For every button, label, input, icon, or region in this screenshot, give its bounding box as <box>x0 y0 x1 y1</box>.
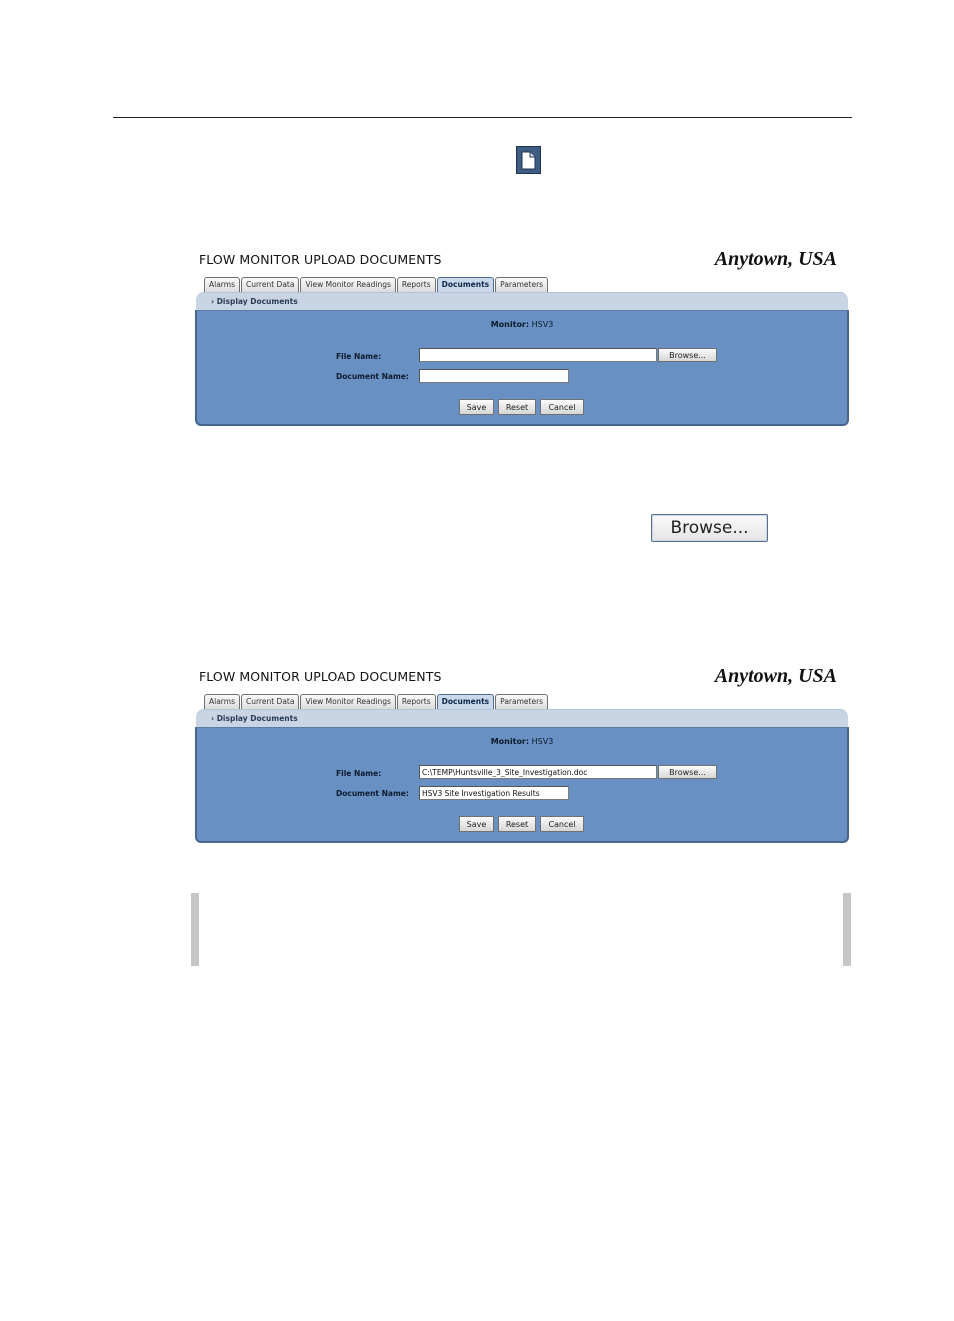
document-name-label: Document Name: <box>336 372 409 381</box>
form-area: Monitor: HSV3 File Name: Browse... Docum… <box>195 310 849 426</box>
monitor-value: HSV3 <box>531 320 554 329</box>
browse-button-large[interactable]: Browse... <box>651 514 768 542</box>
subnav-bar: › Display Documents <box>196 292 848 310</box>
brand-logo: Anytown, USA <box>714 248 837 270</box>
document-icon <box>516 146 541 174</box>
tab-reports[interactable]: Reports <box>396 277 436 292</box>
browse-button[interactable]: Browse... <box>658 348 717 362</box>
note-bar-left <box>191 893 199 966</box>
tab-documents[interactable]: Documents <box>436 277 495 292</box>
tab-view-monitor-readings[interactable]: View Monitor Readings <box>300 694 396 709</box>
tab-bar: Alarms Current Data View Monitor Reading… <box>204 694 549 709</box>
panel-title: FLOW MONITOR UPLOAD DOCUMENTS <box>199 252 442 267</box>
subnav-bar: › Display Documents <box>196 709 848 727</box>
save-button[interactable]: Save <box>459 399 494 415</box>
upload-documents-panel-filled: FLOW MONITOR UPLOAD DOCUMENTS Anytown, U… <box>195 665 849 846</box>
panel-title: FLOW MONITOR UPLOAD DOCUMENTS <box>199 669 442 684</box>
monitor-value: HSV3 <box>531 737 554 746</box>
display-documents-link[interactable]: › Display Documents <box>211 714 298 723</box>
document-name-input[interactable] <box>419 786 569 800</box>
form-area: Monitor: HSV3 File Name: Browse... Docum… <box>195 727 849 843</box>
tab-parameters[interactable]: Parameters <box>495 277 549 292</box>
document-name-label: Document Name: <box>336 789 409 798</box>
note-bar-right <box>843 893 851 966</box>
reset-button[interactable]: Reset <box>498 816 536 832</box>
monitor-line: Monitor: HSV3 <box>197 320 847 329</box>
upload-documents-panel-empty: FLOW MONITOR UPLOAD DOCUMENTS Anytown, U… <box>195 248 849 429</box>
display-documents-link[interactable]: › Display Documents <box>211 297 298 306</box>
file-name-input[interactable] <box>419 765 657 779</box>
monitor-label: Monitor: <box>490 320 530 329</box>
tab-documents[interactable]: Documents <box>436 694 495 709</box>
tab-parameters[interactable]: Parameters <box>495 694 549 709</box>
reset-button[interactable]: Reset <box>498 399 536 415</box>
monitor-line: Monitor: HSV3 <box>197 737 847 746</box>
cancel-button[interactable]: Cancel <box>540 399 584 415</box>
tab-alarms[interactable]: Alarms <box>204 277 240 292</box>
tab-bar: Alarms Current Data View Monitor Reading… <box>204 277 549 292</box>
file-name-input[interactable] <box>419 348 657 362</box>
cancel-button[interactable]: Cancel <box>540 816 584 832</box>
browse-button[interactable]: Browse... <box>658 765 717 779</box>
save-button[interactable]: Save <box>459 816 494 832</box>
tab-current-data[interactable]: Current Data <box>240 694 300 709</box>
monitor-label: Monitor: <box>490 737 530 746</box>
file-name-label: File Name: <box>336 352 382 361</box>
file-name-label: File Name: <box>336 769 382 778</box>
header-rule <box>113 117 852 118</box>
brand-logo: Anytown, USA <box>714 665 837 687</box>
tab-reports[interactable]: Reports <box>396 694 436 709</box>
tab-view-monitor-readings[interactable]: View Monitor Readings <box>300 277 396 292</box>
document-name-input[interactable] <box>419 369 569 383</box>
tab-current-data[interactable]: Current Data <box>240 277 300 292</box>
tab-alarms[interactable]: Alarms <box>204 694 240 709</box>
